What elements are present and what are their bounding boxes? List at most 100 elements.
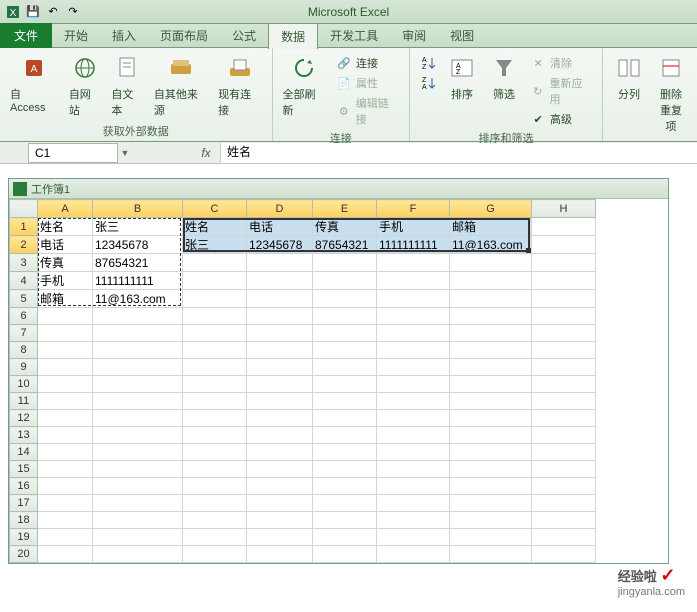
cell-F2[interactable]: 1111111111 <box>377 236 450 254</box>
filter-button[interactable]: 筛选 <box>484 50 524 104</box>
cell-B14[interactable] <box>93 444 183 461</box>
cell-D12[interactable] <box>247 410 313 427</box>
row-header-4[interactable]: 4 <box>10 272 38 290</box>
cell-D16[interactable] <box>247 478 313 495</box>
cell-E2[interactable]: 87654321 <box>313 236 377 254</box>
cell-E8[interactable] <box>313 342 377 359</box>
cell-G4[interactable] <box>450 272 532 290</box>
cell-G20[interactable] <box>450 546 532 563</box>
cell-G19[interactable] <box>450 529 532 546</box>
cell-A14[interactable] <box>38 444 93 461</box>
row-header-5[interactable]: 5 <box>10 290 38 308</box>
cell-E4[interactable] <box>313 272 377 290</box>
cell-C12[interactable] <box>183 410 247 427</box>
formula-input[interactable]: 姓名 <box>220 143 697 163</box>
spreadsheet-grid[interactable]: ABCDEFGH1姓名张三姓名电话传真手机邮箱2电话12345678张三1234… <box>9 199 668 563</box>
tab-formulas[interactable]: 公式 <box>220 23 268 48</box>
col-header-F[interactable]: F <box>377 200 450 218</box>
cell-D8[interactable] <box>247 342 313 359</box>
cell-D19[interactable] <box>247 529 313 546</box>
cell-H19[interactable] <box>532 529 596 546</box>
cell-H10[interactable] <box>532 376 596 393</box>
cell-A17[interactable] <box>38 495 93 512</box>
cell-H13[interactable] <box>532 427 596 444</box>
cell-G17[interactable] <box>450 495 532 512</box>
properties-button[interactable]: 📄属性 <box>332 74 403 92</box>
cell-F12[interactable] <box>377 410 450 427</box>
cell-C8[interactable] <box>183 342 247 359</box>
cell-C14[interactable] <box>183 444 247 461</box>
cell-B7[interactable] <box>93 325 183 342</box>
cell-E19[interactable] <box>313 529 377 546</box>
text-to-columns-button[interactable]: 分列 <box>609 50 649 104</box>
sort-button[interactable]: AZ排序 <box>442 50 482 104</box>
cell-D14[interactable] <box>247 444 313 461</box>
cell-A10[interactable] <box>38 376 93 393</box>
cell-B2[interactable]: 12345678 <box>93 236 183 254</box>
row-header-20[interactable]: 20 <box>10 546 38 563</box>
cell-A2[interactable]: 电话 <box>38 236 93 254</box>
col-header-H[interactable]: H <box>532 200 596 218</box>
remove-dup-button[interactable]: 删除 重复项 <box>651 50 691 136</box>
cell-H9[interactable] <box>532 359 596 376</box>
cell-D13[interactable] <box>247 427 313 444</box>
row-header-14[interactable]: 14 <box>10 444 38 461</box>
edit-links-button[interactable]: ⚙编辑链接 <box>332 94 403 128</box>
row-header-9[interactable]: 9 <box>10 359 38 376</box>
cell-B5[interactable]: 11@163.com <box>93 290 183 308</box>
cell-G12[interactable] <box>450 410 532 427</box>
cell-B12[interactable] <box>93 410 183 427</box>
cell-G5[interactable] <box>450 290 532 308</box>
cell-C3[interactable] <box>183 254 247 272</box>
fx-icon[interactable]: fx <box>192 146 220 160</box>
cell-A13[interactable] <box>38 427 93 444</box>
cell-F17[interactable] <box>377 495 450 512</box>
cell-G13[interactable] <box>450 427 532 444</box>
cell-G15[interactable] <box>450 461 532 478</box>
row-header-13[interactable]: 13 <box>10 427 38 444</box>
cell-E5[interactable] <box>313 290 377 308</box>
cell-B11[interactable] <box>93 393 183 410</box>
cell-C2[interactable]: 张三 <box>183 236 247 254</box>
cell-C6[interactable] <box>183 308 247 325</box>
row-header-1[interactable]: 1 <box>10 218 38 236</box>
cell-A12[interactable] <box>38 410 93 427</box>
cell-D2[interactable]: 12345678 <box>247 236 313 254</box>
cell-C10[interactable] <box>183 376 247 393</box>
cell-A1[interactable]: 姓名 <box>38 218 93 236</box>
cell-E13[interactable] <box>313 427 377 444</box>
cell-A7[interactable] <box>38 325 93 342</box>
cell-A5[interactable]: 邮箱 <box>38 290 93 308</box>
cell-F19[interactable] <box>377 529 450 546</box>
col-header-C[interactable]: C <box>183 200 247 218</box>
row-header-2[interactable]: 2 <box>10 236 38 254</box>
cell-A3[interactable]: 传真 <box>38 254 93 272</box>
cell-H14[interactable] <box>532 444 596 461</box>
sort-asc-button[interactable]: AZ <box>416 54 440 72</box>
cell-H11[interactable] <box>532 393 596 410</box>
cell-A15[interactable] <box>38 461 93 478</box>
row-header-8[interactable]: 8 <box>10 342 38 359</box>
cell-E1[interactable]: 传真 <box>313 218 377 236</box>
cell-C15[interactable] <box>183 461 247 478</box>
cell-F20[interactable] <box>377 546 450 563</box>
cell-G9[interactable] <box>450 359 532 376</box>
cell-H4[interactable] <box>532 272 596 290</box>
cell-A16[interactable] <box>38 478 93 495</box>
row-header-17[interactable]: 17 <box>10 495 38 512</box>
cell-E16[interactable] <box>313 478 377 495</box>
tab-review[interactable]: 审阅 <box>390 23 438 48</box>
cell-H16[interactable] <box>532 478 596 495</box>
cell-F6[interactable] <box>377 308 450 325</box>
cell-D10[interactable] <box>247 376 313 393</box>
row-header-19[interactable]: 19 <box>10 529 38 546</box>
cell-C5[interactable] <box>183 290 247 308</box>
cell-F5[interactable] <box>377 290 450 308</box>
cell-E11[interactable] <box>313 393 377 410</box>
col-header-A[interactable]: A <box>38 200 93 218</box>
cell-B15[interactable] <box>93 461 183 478</box>
cell-G6[interactable] <box>450 308 532 325</box>
row-header-15[interactable]: 15 <box>10 461 38 478</box>
cell-F4[interactable] <box>377 272 450 290</box>
sort-desc-button[interactable]: ZA <box>416 74 440 92</box>
